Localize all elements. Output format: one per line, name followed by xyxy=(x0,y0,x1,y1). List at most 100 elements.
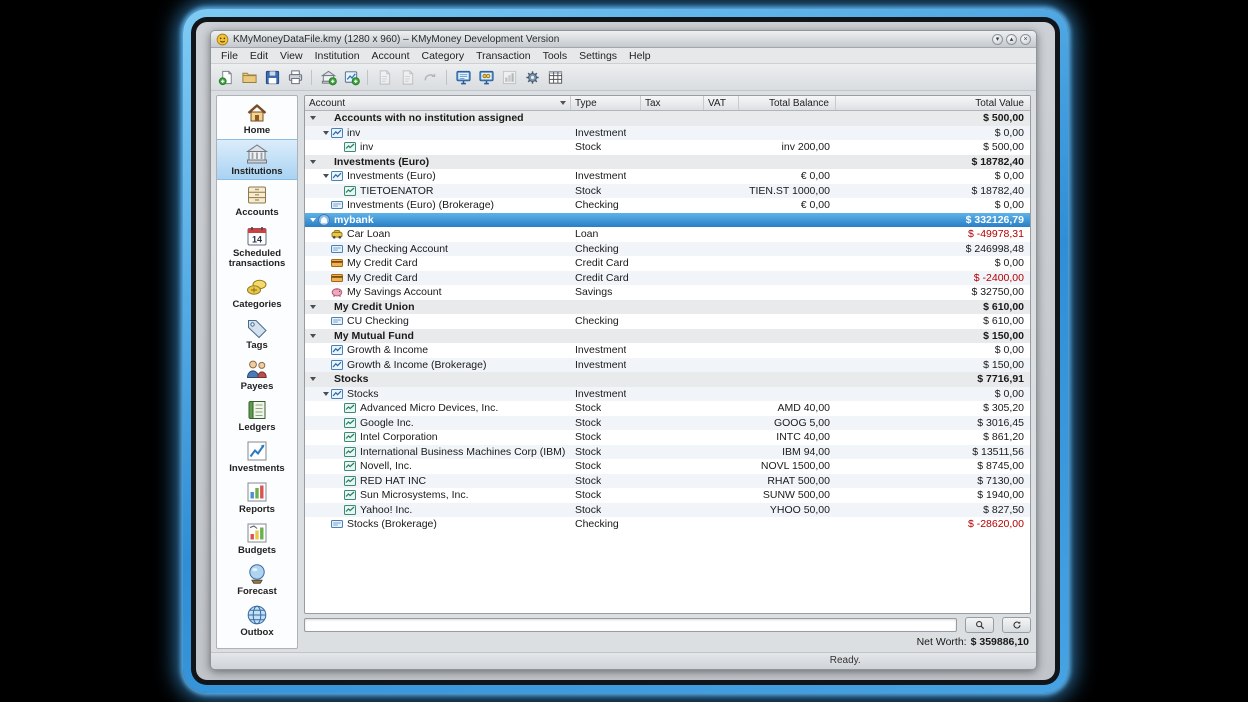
new-account-button[interactable] xyxy=(340,67,362,88)
table-row[interactable]: Growth & Income (Brokerage)Investment$ 1… xyxy=(305,358,1030,373)
table-row[interactable]: My Savings AccountSavings$ 32750,00 xyxy=(305,285,1030,300)
payees-view-button[interactable] xyxy=(475,67,497,88)
table-row[interactable]: invInvestment$ 0,00 xyxy=(305,126,1030,141)
minimize-button[interactable]: ▾ xyxy=(992,34,1003,45)
sidebar-item-home[interactable]: Home xyxy=(217,98,297,139)
expander-icon[interactable] xyxy=(321,171,331,181)
table-row[interactable]: CU CheckingChecking$ 610,00 xyxy=(305,314,1030,329)
filter-reset-button[interactable] xyxy=(1002,617,1031,633)
account-name: My Credit Card xyxy=(347,272,418,284)
close-button[interactable]: × xyxy=(1020,34,1031,45)
table-row[interactable]: Novell, Inc.StockNOVL 1500,00$ 8745,00 xyxy=(305,459,1030,474)
table-row[interactable]: Stocks$ 7716,91 xyxy=(305,372,1030,387)
new-file-button[interactable] xyxy=(215,67,237,88)
account-cell: My Savings Account xyxy=(305,285,571,300)
sidebar-item-reports[interactable]: Reports xyxy=(217,477,297,518)
menu-institution[interactable]: Institution xyxy=(309,50,366,62)
table-row[interactable]: Investments (Euro) (Brokerage)Checking€ … xyxy=(305,198,1030,213)
table-body: Accounts with no institution assigned$ 5… xyxy=(305,111,1030,613)
table-row[interactable]: My Mutual Fund$ 150,00 xyxy=(305,329,1030,344)
save-button[interactable] xyxy=(261,67,283,88)
table-row[interactable]: StocksInvestment$ 0,00 xyxy=(305,387,1030,402)
sidebar-item-payees[interactable]: Payees xyxy=(217,354,297,395)
table-row[interactable]: International Business Machines Corp (IB… xyxy=(305,445,1030,460)
menu-file[interactable]: File xyxy=(215,50,244,62)
expander-icon[interactable] xyxy=(308,157,318,167)
expander-icon[interactable] xyxy=(308,215,318,225)
column-header-type[interactable]: Type xyxy=(571,96,641,110)
filter-search-button[interactable] xyxy=(965,617,994,633)
home-icon xyxy=(245,101,269,125)
table-row[interactable]: mybank$ 332126,79 xyxy=(305,213,1030,228)
account-name: Sun Microsystems, Inc. xyxy=(360,489,469,501)
menu-edit[interactable]: Edit xyxy=(244,50,274,62)
account-name: RED HAT INC xyxy=(360,475,426,487)
table-row[interactable]: invStockinv 200,00$ 500,00 xyxy=(305,140,1030,155)
menu-category[interactable]: Category xyxy=(416,50,471,62)
expander-icon[interactable] xyxy=(308,302,318,312)
expander-icon[interactable] xyxy=(308,113,318,123)
table-row[interactable]: TIETOENATORStockTIEN.ST 1000,00$ 18782,4… xyxy=(305,184,1030,199)
expander-icon[interactable] xyxy=(308,374,318,384)
table-row[interactable]: Growth & IncomeInvestment$ 0,00 xyxy=(305,343,1030,358)
table-row[interactable]: Stocks (Brokerage)Checking$ -28620,00 xyxy=(305,517,1030,532)
table-row[interactable]: Accounts with no institution assigned$ 5… xyxy=(305,111,1030,126)
sidebar-item-forecast[interactable]: Forecast xyxy=(217,559,297,600)
filter-input[interactable] xyxy=(304,618,957,632)
ledgers-view-button[interactable] xyxy=(452,67,474,88)
maximize-button[interactable]: ▴ xyxy=(1006,34,1017,45)
table-row[interactable]: My Credit Union$ 610,00 xyxy=(305,300,1030,315)
table-row[interactable]: Sun Microsystems, Inc.StockSUNW 500,00$ … xyxy=(305,488,1030,503)
transaction-form-button[interactable] xyxy=(544,67,566,88)
menu-account[interactable]: Account xyxy=(366,50,416,62)
table-row[interactable]: Investments (Euro)$ 18782,40 xyxy=(305,155,1030,170)
edit-account-button xyxy=(373,67,395,88)
vat-cell xyxy=(704,445,739,460)
checking-icon xyxy=(331,315,343,327)
sidebar-item-accounts[interactable]: Accounts xyxy=(217,180,297,221)
table-row[interactable]: Google Inc.StockGOOG 5,00$ 3016,45 xyxy=(305,416,1030,431)
consistency-check-button[interactable] xyxy=(521,67,543,88)
sidebar-item-budgets[interactable]: Budgets xyxy=(217,518,297,559)
open-file-button[interactable] xyxy=(238,67,260,88)
sidebar-item-scheduled-transactions[interactable]: 14Scheduled transactions xyxy=(217,221,297,272)
table-row[interactable]: Investments (Euro)Investment€ 0,00$ 0,00 xyxy=(305,169,1030,184)
print-button[interactable] xyxy=(284,67,306,88)
stock-icon xyxy=(344,504,356,516)
stock-icon xyxy=(344,446,356,458)
sidebar-item-institutions[interactable]: Institutions xyxy=(217,139,297,180)
expander-icon[interactable] xyxy=(321,128,331,138)
table-row[interactable]: RED HAT INCStockRHAT 500,00$ 7130,00 xyxy=(305,474,1030,489)
vat-cell xyxy=(704,227,739,242)
column-header-total-balance[interactable]: Total Balance xyxy=(739,96,836,110)
menu-view[interactable]: View xyxy=(274,50,309,62)
column-header-account[interactable]: Account xyxy=(305,96,571,110)
table-row[interactable]: My Checking AccountChecking$ 246998,48 xyxy=(305,242,1030,257)
menu-help[interactable]: Help xyxy=(623,50,657,62)
status-text: Ready. xyxy=(830,655,861,666)
table-row[interactable]: Advanced Micro Devices, Inc.StockAMD 40,… xyxy=(305,401,1030,416)
table-row[interactable]: Intel CorporationStockINTC 40,00$ 861,20 xyxy=(305,430,1030,445)
table-row[interactable]: My Credit CardCredit Card$ -2400,00 xyxy=(305,271,1030,286)
table-row[interactable]: Car LoanLoan$ -49978,31 xyxy=(305,227,1030,242)
titlebar[interactable]: KMyMoneyDataFile.kmy (1280 x 960) – KMyM… xyxy=(211,31,1036,48)
column-header-total-value[interactable]: Total Value xyxy=(836,96,1030,110)
sidebar-item-ledgers[interactable]: Ledgers xyxy=(217,395,297,436)
menu-transaction[interactable]: Transaction xyxy=(470,50,536,62)
sidebar-item-outbox[interactable]: Outbox xyxy=(217,600,297,641)
table-row[interactable]: My Credit CardCredit Card$ 0,00 xyxy=(305,256,1030,271)
menu-settings[interactable]: Settings xyxy=(573,50,623,62)
expander-icon[interactable] xyxy=(308,331,318,341)
sidebar-item-investments[interactable]: Investments xyxy=(217,436,297,477)
column-header-vat[interactable]: VAT xyxy=(704,96,739,110)
sidebar-item-categories[interactable]: Categories xyxy=(217,272,297,313)
investment-icon xyxy=(331,344,343,356)
value-cell: $ 305,20 xyxy=(836,401,1030,416)
table-row[interactable]: Yahoo! Inc.StockYHOO 50,00$ 827,50 xyxy=(305,503,1030,518)
sidebar-item-tags[interactable]: Tags xyxy=(217,313,297,354)
expander-icon[interactable] xyxy=(321,389,331,399)
column-header-tax[interactable]: Tax xyxy=(641,96,704,110)
menu-tools[interactable]: Tools xyxy=(537,50,574,62)
tax-cell xyxy=(641,416,704,431)
new-institution-button[interactable] xyxy=(317,67,339,88)
